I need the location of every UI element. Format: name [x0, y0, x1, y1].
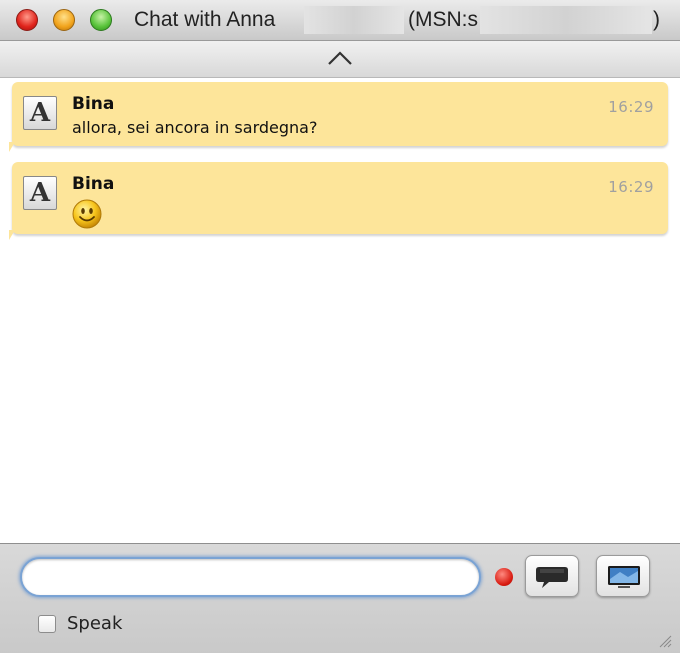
minimize-window-button[interactable] — [53, 9, 75, 31]
message-time: 16:29 — [608, 98, 654, 116]
window-title-suffix: (MSN:s — [408, 8, 478, 31]
message-sender: Bina — [72, 94, 115, 114]
zoom-window-button[interactable] — [90, 9, 112, 31]
chevron-up-icon[interactable] — [327, 49, 353, 67]
chat-window: Chat with Anna (MSN:s ) A Bina allora, s… — [0, 0, 680, 653]
video-screen-icon — [608, 566, 640, 588]
redacted-account — [480, 6, 652, 34]
video-chat-button[interactable] — [596, 555, 650, 597]
font-a-icon: A — [23, 96, 57, 130]
composer-panel: Speak — [0, 543, 680, 653]
resize-grip-icon[interactable] — [656, 632, 672, 648]
message-sender: Bina — [72, 174, 115, 194]
message-input[interactable] — [20, 557, 481, 597]
speech-bubble-icon — [536, 567, 568, 588]
font-a-icon: A — [23, 176, 57, 210]
record-dot-icon[interactable] — [495, 568, 513, 586]
message-bubble: A Bina allora, sei ancora in sardegna? 1… — [9, 82, 668, 152]
smiley-icon — [72, 199, 102, 229]
title-bar[interactable]: Chat with Anna (MSN:s ) — [0, 0, 680, 41]
window-title-close: ) — [653, 8, 660, 31]
speak-checkbox[interactable] — [38, 615, 56, 633]
message-text: allora, sei ancora in sardegna? — [72, 118, 318, 137]
redacted-name — [304, 6, 404, 34]
message-list[interactable]: A Bina allora, sei ancora in sardegna? 1… — [0, 78, 680, 543]
speak-label[interactable]: Speak — [67, 613, 122, 634]
window-title: Chat with Anna — [134, 8, 276, 31]
message-bubble: A Bina 16:29 — [9, 162, 668, 240]
audio-chat-button[interactable] — [525, 555, 579, 597]
scroll-up-bar[interactable] — [0, 41, 680, 78]
close-window-button[interactable] — [16, 9, 38, 31]
message-time: 16:29 — [608, 178, 654, 196]
